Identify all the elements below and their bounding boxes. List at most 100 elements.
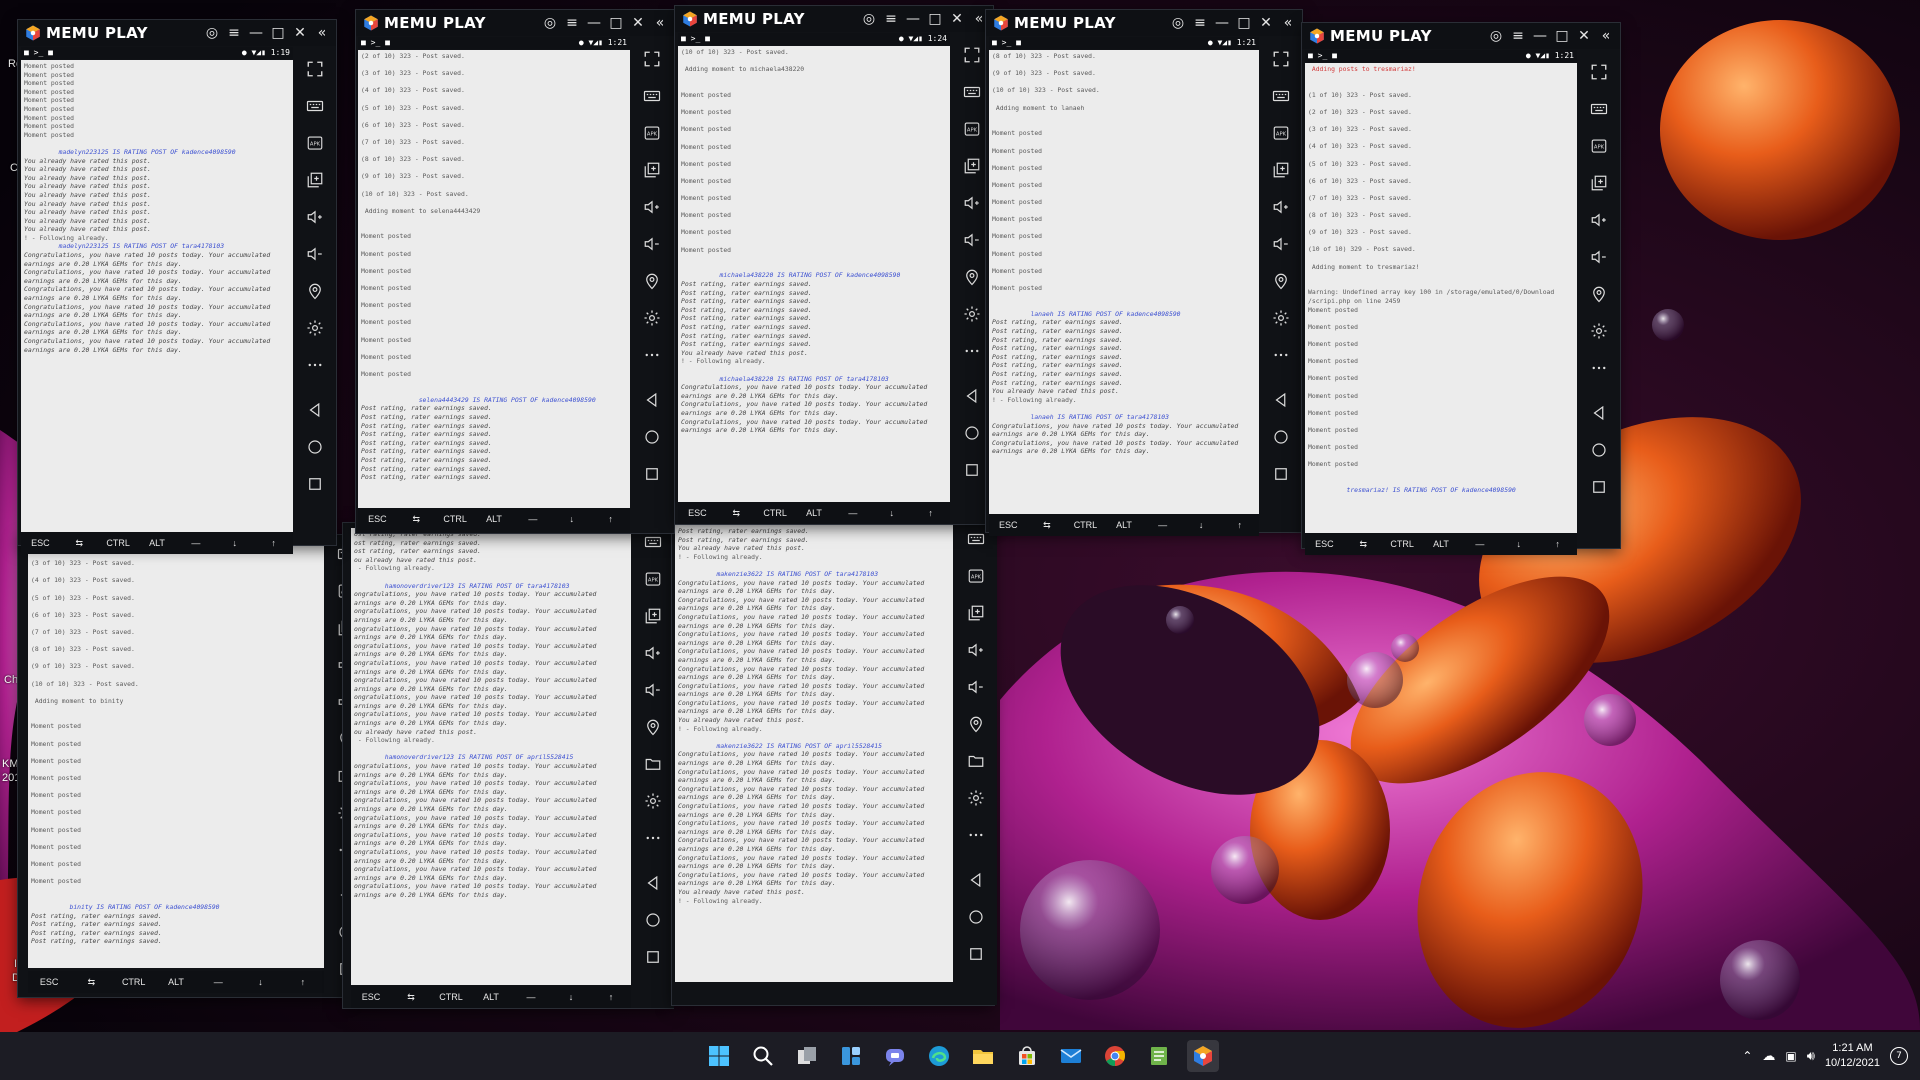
expand-icon[interactable]	[294, 50, 336, 87]
settings-icon[interactable]	[955, 779, 997, 816]
key-dash[interactable]: —	[197, 977, 239, 987]
volume-up-icon[interactable]	[294, 198, 336, 235]
volume-down-icon[interactable]	[631, 225, 673, 262]
recents-icon[interactable]	[632, 938, 674, 975]
volume-down-icon[interactable]	[1260, 225, 1302, 262]
task-view-icon[interactable]	[791, 1040, 823, 1072]
volume-down-icon[interactable]	[955, 668, 997, 705]
windows-start-icon[interactable]	[703, 1040, 735, 1072]
key-tab[interactable]: ⇆	[1344, 539, 1383, 550]
collapse-sidebar-icon[interactable]: «	[314, 25, 330, 41]
key-up[interactable]: ↑	[282, 977, 324, 987]
notification-badge[interactable]: 7	[1890, 1047, 1908, 1065]
key-alt[interactable]: ALT	[1105, 520, 1144, 530]
key-alt[interactable]: ALT	[471, 992, 511, 1002]
home-icon[interactable]	[294, 428, 336, 465]
key-up[interactable]: ↑	[591, 514, 630, 524]
key-esc[interactable]: ESC	[351, 992, 391, 1002]
key-down[interactable]: ↓	[552, 514, 591, 524]
key-esc[interactable]: ESC	[678, 508, 717, 518]
apk-icon[interactable]: APK	[1260, 114, 1302, 151]
volume-up-icon[interactable]	[955, 631, 997, 668]
back-icon[interactable]	[632, 864, 674, 901]
key-up[interactable]: ↑	[911, 508, 950, 518]
maximize-icon[interactable]: □	[1554, 28, 1570, 44]
home-icon[interactable]	[632, 901, 674, 938]
key-tab[interactable]: ⇆	[70, 977, 112, 988]
key-down[interactable]: ↓	[239, 977, 281, 987]
close-icon[interactable]: ✕	[949, 11, 965, 27]
key-dash[interactable]: —	[513, 514, 552, 524]
key-ctrl[interactable]: CTRL	[436, 514, 475, 524]
expand-icon[interactable]	[631, 40, 673, 77]
key-up[interactable]: ↑	[1220, 520, 1259, 530]
back-icon[interactable]	[631, 381, 673, 418]
key-down[interactable]: ↓	[215, 538, 254, 548]
key-down[interactable]: ↓	[1499, 539, 1538, 549]
memu-window[interactable]: MEMU PLAY ◎ ≡ — □ ✕ « ■ >_ ■ ● ▼◢▮ 1:21 (8 of 1…	[986, 10, 1302, 536]
account-icon[interactable]: ◎	[861, 11, 877, 27]
key-alt[interactable]: ALT	[475, 514, 514, 524]
location-icon[interactable]	[294, 272, 336, 309]
key-tab[interactable]: ⇆	[717, 508, 756, 519]
memu-window[interactable]: MEMU PLAY ◎ ≡ — □ ✕ « ■ >_ ■ ● ▼◢▮ 1:24 (10 of …	[675, 6, 993, 524]
key-alt[interactable]: ALT	[795, 508, 834, 518]
apk-icon[interactable]: APK	[955, 557, 997, 594]
settings-icon[interactable]	[1260, 299, 1302, 336]
more-icon[interactable]	[955, 816, 997, 853]
key-ctrl[interactable]: CTRL	[1383, 539, 1422, 549]
more-icon[interactable]	[632, 819, 674, 856]
folder-icon[interactable]	[955, 742, 997, 779]
key-tab[interactable]: ⇆	[397, 514, 436, 525]
volume-icon[interactable]: 🔊︎	[1807, 1049, 1815, 1064]
volume-down-icon[interactable]	[632, 671, 674, 708]
minimize-icon[interactable]: —	[586, 15, 602, 31]
key-ctrl[interactable]: CTRL	[113, 977, 155, 987]
menu-icon[interactable]: ≡	[226, 25, 242, 41]
account-icon[interactable]: ◎	[1170, 15, 1186, 31]
window-titlebar[interactable]: MEMU PLAY ◎ ≡ — □ ✕ «	[675, 6, 993, 32]
volume-up-icon[interactable]	[1578, 201, 1620, 238]
multi-window-icon[interactable]	[631, 151, 673, 188]
key-down[interactable]: ↓	[551, 992, 591, 1002]
keyboard-icon[interactable]	[1578, 90, 1620, 127]
keyboard-icon[interactable]	[1260, 77, 1302, 114]
multi-window-icon[interactable]	[632, 597, 674, 634]
multi-window-icon[interactable]	[1578, 164, 1620, 201]
menu-icon[interactable]: ≡	[883, 11, 899, 27]
teams-chat-icon[interactable]	[879, 1040, 911, 1072]
minimize-icon[interactable]: —	[1532, 28, 1548, 44]
chevron-up-icon[interactable]: ⌃	[1742, 1049, 1752, 1063]
maximize-icon[interactable]: □	[927, 11, 943, 27]
collapse-sidebar-icon[interactable]: «	[1280, 15, 1296, 31]
network-icon[interactable]: ▣	[1785, 1049, 1796, 1063]
volume-up-icon[interactable]	[632, 634, 674, 671]
memu-window[interactable]: (2 of 10) 323 - Post saved.(3 of 10) 323…	[18, 535, 367, 997]
key-tab[interactable]: ⇆	[391, 992, 431, 1003]
recents-icon[interactable]	[631, 455, 673, 492]
memu-window[interactable]: MEMU PLAY ◎ ≡ — □ ✕ « ■ >_ ■ ● ▼◢▮ 1:21 Adding …	[1302, 23, 1620, 555]
clock[interactable]: 1:21 AM 10/12/2021	[1825, 1041, 1880, 1071]
widgets-icon[interactable]	[835, 1040, 867, 1072]
desktop-icon-label[interactable]: C	[10, 162, 18, 174]
settings-icon[interactable]	[1578, 312, 1620, 349]
multi-window-icon[interactable]	[1260, 151, 1302, 188]
menu-icon[interactable]: ≡	[1192, 15, 1208, 31]
maximize-icon[interactable]: □	[270, 25, 286, 41]
volume-down-icon[interactable]	[294, 235, 336, 272]
more-icon[interactable]	[1260, 336, 1302, 373]
expand-icon[interactable]	[1578, 53, 1620, 90]
back-icon[interactable]	[1260, 381, 1302, 418]
apk-icon[interactable]: APK	[1578, 127, 1620, 164]
back-icon[interactable]	[955, 861, 997, 898]
more-icon[interactable]	[294, 346, 336, 383]
recents-icon[interactable]	[955, 935, 997, 972]
home-icon[interactable]	[955, 898, 997, 935]
close-icon[interactable]: ✕	[292, 25, 308, 41]
location-icon[interactable]	[632, 708, 674, 745]
key-dash[interactable]: —	[1143, 520, 1182, 530]
apk-icon[interactable]: APK	[632, 560, 674, 597]
account-icon[interactable]: ◎	[204, 25, 220, 41]
apk-icon[interactable]: APK	[294, 124, 336, 161]
memu-icon[interactable]	[1187, 1040, 1219, 1072]
